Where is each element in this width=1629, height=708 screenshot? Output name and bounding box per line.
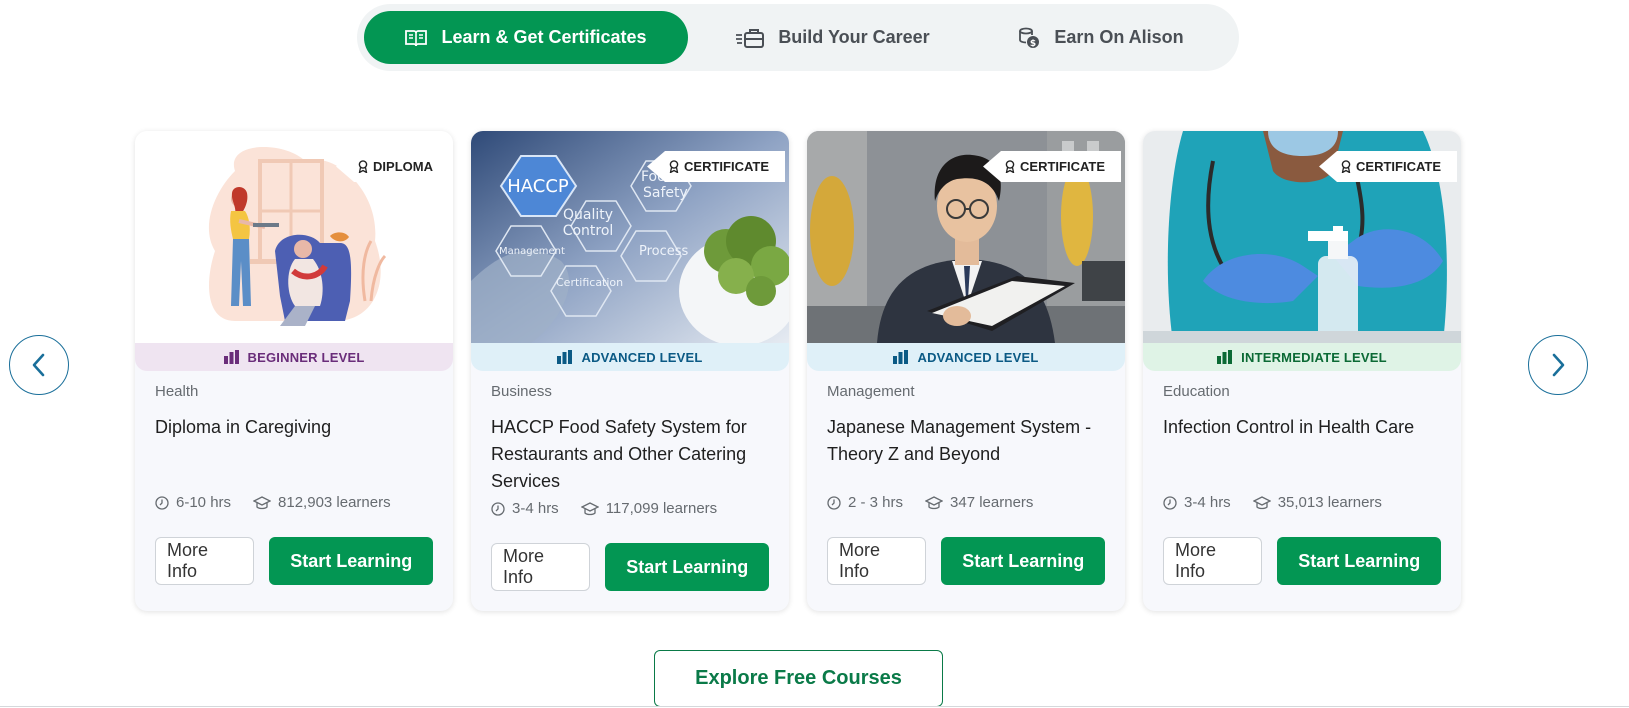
award-ribbon-icon: [669, 160, 679, 173]
level-label: ADVANCED LEVEL: [581, 349, 703, 365]
course-image-caregiving: DIPLOMA: [135, 131, 453, 343]
tab-label: Earn On Alison: [1054, 27, 1184, 47]
clock-icon: [1163, 495, 1177, 510]
award-ribbon-icon: [1341, 160, 1351, 173]
course-duration: 6-10 hrs: [176, 494, 232, 511]
credential-badge: DIPLOMA: [336, 151, 449, 182]
level-label: BEGINNER LEVEL: [247, 349, 365, 365]
open-book-icon: [405, 29, 428, 47]
award-ribbon-icon: [1005, 160, 1015, 173]
more-info-button[interactable]: More Info: [827, 537, 927, 585]
briefcase-icon: [736, 28, 765, 48]
divider: [0, 706, 1629, 707]
credential-badge: CERTIFICATE: [1319, 151, 1457, 182]
course-tabs: Learn & Get Certificates Build Your Care…: [357, 4, 1239, 71]
badge-label: CERTIFICATE: [1020, 159, 1105, 174]
course-card: HACCP Quality Control Food Safety Proces…: [471, 131, 789, 611]
credential-badge: CERTIFICATE: [983, 151, 1121, 182]
coins-icon: $: [1018, 27, 1040, 49]
course-learners: 812,903 learners: [278, 494, 391, 511]
more-info-button[interactable]: More Info: [155, 537, 255, 585]
course-meta: 3-4 hrs 35,013 learners: [1163, 494, 1441, 511]
svg-text:$: $: [1030, 39, 1036, 49]
badge-label: CERTIFICATE: [684, 159, 769, 174]
level-bars-icon: [1217, 350, 1233, 364]
clock-icon: [155, 495, 169, 510]
course-image-infection-control: CERTIFICATE: [1143, 131, 1461, 343]
course-category: Management: [827, 383, 915, 400]
start-learning-button[interactable]: Start Learning: [605, 543, 769, 591]
course-meta: 3-4 hrs 117,099 learners: [491, 500, 769, 517]
clock-icon: [827, 495, 841, 510]
credential-badge: CERTIFICATE: [647, 151, 785, 182]
svg-text:Management: Management: [499, 246, 565, 257]
tab-label: Learn & Get Certificates: [441, 27, 647, 47]
course-card: DIPLOMA BEGINNER LEVEL Health Diploma in…: [135, 131, 453, 611]
course-title[interactable]: HACCP Food Safety System for Restaurants…: [491, 414, 769, 495]
course-duration: 2 - 3 hrs: [848, 494, 904, 511]
level-tag: BEGINNER LEVEL: [135, 343, 453, 371]
tab-learn-get-certificates[interactable]: Learn & Get Certificates: [364, 11, 688, 64]
level-tag: INTERMEDIATE LEVEL: [1143, 343, 1461, 371]
carousel-prev-button[interactable]: [9, 335, 69, 395]
svg-text:Control: Control: [563, 223, 614, 239]
course-title[interactable]: Diploma in Caregiving: [155, 414, 433, 495]
course-learners: 117,099 learners: [605, 500, 718, 517]
level-label: ADVANCED LEVEL: [917, 349, 1039, 365]
tab-label: Build Your Career: [778, 27, 930, 47]
start-learning-button[interactable]: Start Learning: [269, 537, 433, 585]
course-duration: 3-4 hrs: [1184, 494, 1231, 511]
tab-build-your-career[interactable]: Build Your Career: [696, 11, 970, 64]
course-category: Business: [491, 383, 552, 400]
award-ribbon-icon: [358, 160, 368, 173]
course-learners: 347 learners: [950, 494, 1034, 511]
badge-label: CERTIFICATE: [1356, 159, 1441, 174]
clock-icon: [491, 501, 505, 516]
explore-free-courses-button[interactable]: Explore Free Courses: [654, 650, 943, 707]
course-category: Education: [1163, 383, 1230, 400]
level-tag: ADVANCED LEVEL: [807, 343, 1125, 371]
level-bars-icon: [223, 350, 239, 364]
course-title[interactable]: Japanese Management System - Theory Z an…: [827, 414, 1105, 495]
tab-earn-on-alison[interactable]: $ Earn On Alison: [970, 11, 1232, 64]
course-meta: 2 - 3 hrs 347 learners: [827, 494, 1105, 511]
start-learning-button[interactable]: Start Learning: [1277, 537, 1441, 585]
course-category: Health: [155, 383, 199, 400]
graduation-cap-icon: [925, 495, 944, 509]
start-learning-button[interactable]: Start Learning: [941, 537, 1105, 585]
course-duration: 3-4 hrs: [512, 500, 559, 517]
svg-text:Process: Process: [639, 244, 689, 259]
level-label: INTERMEDIATE LEVEL: [1241, 349, 1387, 365]
level-bars-icon: [557, 350, 573, 364]
graduation-cap-icon: [580, 501, 599, 515]
svg-text:Safety: Safety: [643, 185, 688, 201]
svg-text:Certification: Certification: [556, 276, 623, 289]
level-tag: ADVANCED LEVEL: [471, 343, 789, 371]
chevron-right-icon: [1552, 353, 1565, 377]
more-info-button[interactable]: More Info: [491, 543, 591, 591]
chevron-left-icon: [32, 353, 45, 377]
svg-text:Quality: Quality: [563, 207, 613, 223]
level-bars-icon: [893, 350, 909, 364]
course-card: CERTIFICATE ADVANCED LEVEL Management Ja…: [807, 131, 1125, 611]
course-card: CERTIFICATE INTERMEDIATE LEVEL Education…: [1143, 131, 1461, 611]
svg-text:HACCP: HACCP: [507, 176, 569, 197]
carousel-next-button[interactable]: [1528, 335, 1588, 395]
course-title[interactable]: Infection Control in Health Care: [1163, 414, 1441, 495]
course-learners: 35,013 learners: [1277, 494, 1382, 511]
badge-label: DIPLOMA: [373, 159, 433, 174]
graduation-cap-icon: [1252, 495, 1271, 509]
course-meta: 6-10 hrs 812,903 learners: [155, 494, 433, 511]
course-image-haccp: HACCP Quality Control Food Safety Proces…: [471, 131, 789, 343]
course-image-japanese-management: CERTIFICATE: [807, 131, 1125, 343]
graduation-cap-icon: [253, 495, 272, 509]
more-info-button[interactable]: More Info: [1163, 537, 1263, 585]
